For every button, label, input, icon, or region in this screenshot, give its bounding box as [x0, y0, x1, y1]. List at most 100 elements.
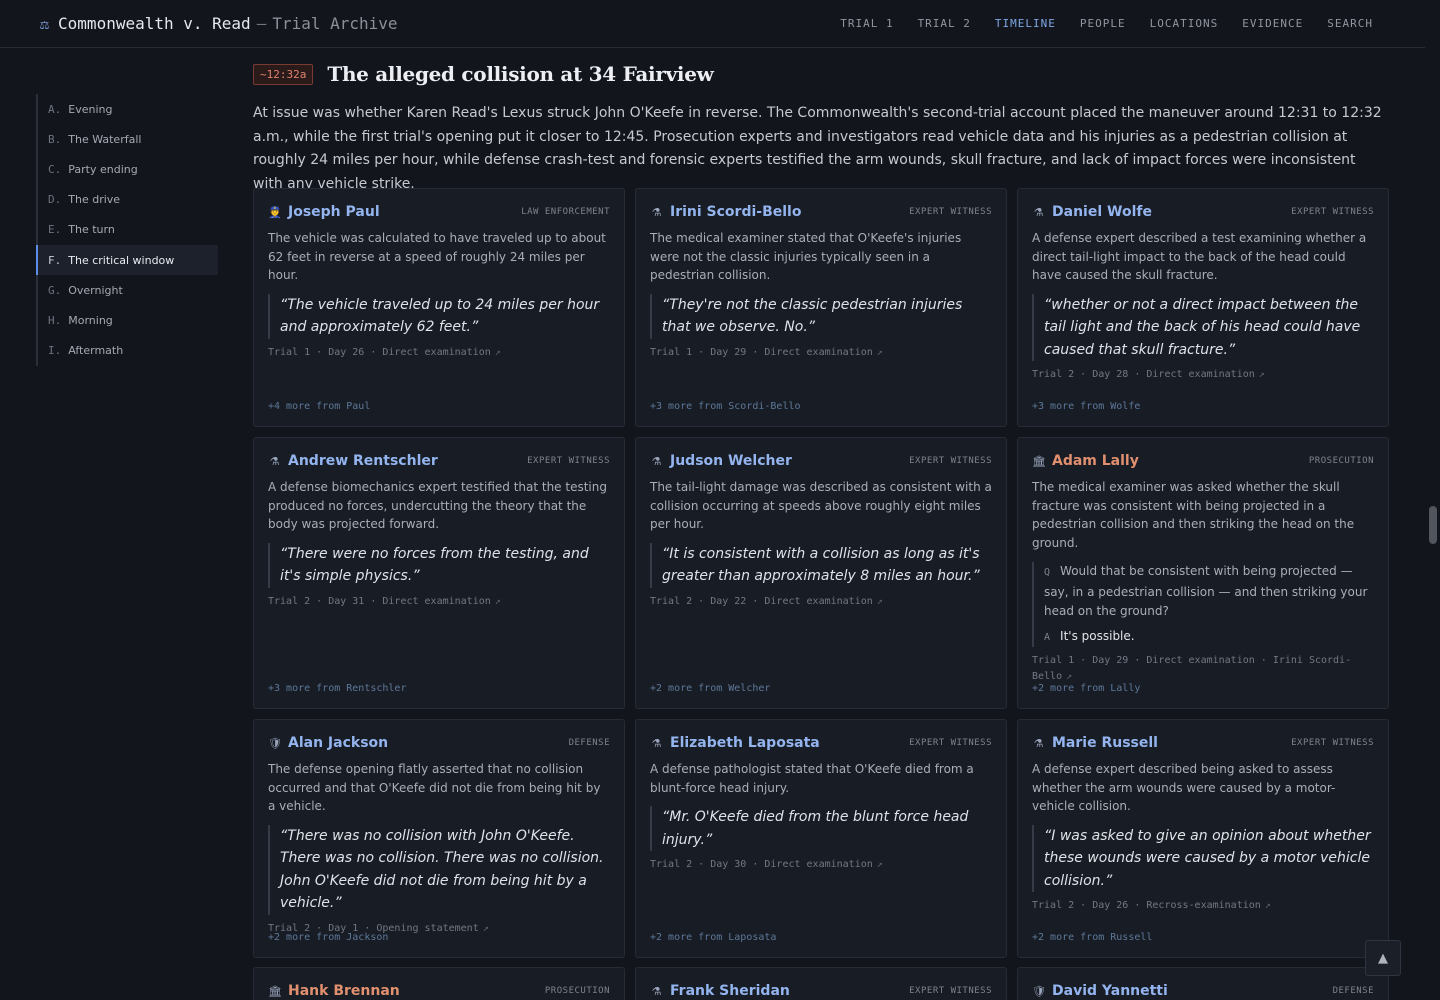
shield-icon: 🛡 — [268, 736, 282, 750]
person-name-link[interactable]: Hank Brennan — [288, 983, 400, 999]
scales-icon: ⚖ — [40, 14, 50, 33]
more-from-link[interactable]: +2 more from Jackson — [268, 932, 388, 943]
role-label: EXPERT WITNESS — [909, 986, 992, 996]
answer-text: It's possible. — [1060, 628, 1135, 643]
person-name-link[interactable]: Elizabeth Laposata — [670, 735, 820, 751]
person-name-link[interactable]: Joseph Paul — [288, 204, 380, 220]
nav-evidence[interactable]: EVIDENCE — [1242, 17, 1303, 30]
microscope-icon: ⚗ — [651, 454, 662, 468]
top-bar: ⚖ Commonwealth v. Read — Trial Archive T… — [0, 0, 1425, 48]
more-from-link[interactable]: +2 more from Lally — [1032, 683, 1140, 694]
role-label: EXPERT WITNESS — [1291, 207, 1374, 217]
sidebar-item-letter: E. — [48, 223, 62, 237]
testimony-summary: The medical examiner stated that O'Keefe… — [650, 231, 962, 282]
citation-link[interactable]: Trial 1 · Day 26 · Direct examination ↗ — [268, 345, 610, 361]
person-name-link[interactable]: David Yannetti — [1052, 983, 1168, 999]
nav-timeline[interactable]: TIMELINE — [995, 17, 1056, 30]
sidebar-item-label: The critical window — [68, 253, 175, 267]
testimony-card: 👮 Joseph Paul LAW ENFORCEMENT The vehicle… — [253, 188, 625, 427]
person-name-link[interactable]: Irini Scordi-Bello — [670, 204, 801, 220]
sidebar-item-label: The turn — [68, 223, 115, 237]
nav-trial-2[interactable]: TRIAL 2 — [918, 17, 971, 30]
nav-locations[interactable]: LOCATIONS — [1150, 17, 1219, 30]
more-from-link[interactable]: +3 more from Wolfe — [1032, 401, 1140, 412]
testimony-summary: A defense expert described a test examin… — [1032, 231, 1367, 282]
nav-people[interactable]: PEOPLE — [1080, 17, 1126, 30]
citation-link[interactable]: Trial 2 · Day 31 · Direct examination ↗ — [268, 594, 610, 610]
citation-link[interactable]: Trial 1 · Day 29 · Direct examination ↗ — [650, 345, 992, 361]
citation-link[interactable]: Trial 2 · Day 28 · Direct examination ↗ — [1032, 367, 1374, 383]
person-name-link[interactable]: Adam Lally — [1052, 453, 1139, 469]
person-name-link[interactable]: Alan Jackson — [288, 735, 388, 751]
role-label: PROSECUTION — [1308, 456, 1374, 466]
external-link-icon: ↗ — [1264, 900, 1271, 911]
microscope-icon: ⚗ — [651, 205, 662, 219]
sidebar-item-party-ending[interactable]: C. Party ending — [38, 154, 218, 184]
testimony-summary: A defense expert described being asked t… — [1032, 762, 1336, 813]
testimony-summary: The vehicle was calculated to have trave… — [268, 231, 606, 282]
time-badge: ~12:32a — [253, 63, 314, 85]
external-link-icon: ↗ — [1258, 369, 1265, 380]
sidebar-item-evening[interactable]: A. Evening — [38, 94, 218, 124]
more-from-link[interactable]: +2 more from Laposata — [650, 932, 776, 943]
testimony-quote: “They're not the classic pedestrian inju… — [650, 293, 992, 339]
section-title: The alleged collision at 34 Fairview — [327, 62, 714, 86]
sidebar-item-turn[interactable]: E. The turn — [38, 215, 218, 245]
testimony-card: ⚗ Marie Russell EXPERT WITNESS A defense … — [1017, 719, 1389, 958]
sidebar-item-label: The Waterfall — [68, 132, 142, 146]
sidebar-item-label: Aftermath — [68, 344, 124, 358]
more-from-link[interactable]: +2 more from Welcher — [650, 683, 770, 694]
sidebar-item-letter: D. — [48, 193, 62, 207]
testimony-card: ⚗ Irini Scordi-Bello EXPERT WITNESS The m… — [635, 188, 1007, 427]
more-from-link[interactable]: +2 more from Russell — [1032, 932, 1152, 943]
testimony-quote: “Mr. O'Keefe died from the blunt force h… — [650, 806, 992, 851]
testimony-card: 🛡 David Yannetti DEFENSE — [1017, 967, 1389, 1000]
external-link-icon: ↗ — [482, 922, 489, 934]
sidebar-item-letter: A. — [48, 102, 62, 116]
citation-link[interactable]: Trial 1 · Day 29 · Direct examination · … — [1032, 653, 1374, 685]
testimony-card: 🏛 Adam Lally PROSECUTION The medical exam… — [1017, 437, 1389, 709]
sidebar-item-aftermath[interactable]: I. Aftermath — [38, 336, 218, 366]
nav-search[interactable]: SEARCH — [1327, 17, 1373, 30]
testimony-card: ⚗ Elizabeth Laposata EXPERT WITNESS A def… — [635, 719, 1007, 958]
nav-trial-1[interactable]: TRIAL 1 — [840, 17, 893, 30]
title-separator: — — [256, 14, 267, 33]
sidebar-item-overnight[interactable]: G. Overnight — [38, 275, 218, 305]
officer-icon: 👮 — [268, 205, 282, 219]
person-name-link[interactable]: Frank Sheridan — [670, 983, 790, 999]
more-from-link[interactable]: +4 more from Paul — [268, 401, 370, 412]
courthouse-icon: 🏛 — [268, 984, 282, 998]
role-label: EXPERT WITNESS — [527, 456, 610, 466]
more-from-link[interactable]: +3 more from Rentschler — [268, 683, 406, 694]
question-answer-excerpt: Q Would that be consistent with being pro… — [1032, 562, 1374, 647]
citation-link[interactable]: Trial 2 · Day 26 · Recross-examination ↗ — [1032, 898, 1374, 914]
citation-link[interactable]: Trial 2 · Day 22 · Direct examination ↗ — [650, 594, 992, 610]
sidebar-item-critical-window[interactable]: F. The critical window — [36, 244, 218, 276]
person-name-link[interactable]: Andrew Rentschler — [288, 453, 438, 469]
microscope-icon: ⚗ — [651, 736, 662, 750]
microscope-icon: ⚗ — [1033, 736, 1044, 750]
scroll-to-top-button[interactable]: ▲ — [1365, 940, 1401, 976]
testimony-quote: “The vehicle traveled up to 24 miles per… — [268, 293, 610, 339]
testimony-card: ⚗ Daniel Wolfe EXPERT WITNESS A defense e… — [1017, 188, 1389, 427]
person-name-link[interactable]: Daniel Wolfe — [1052, 204, 1152, 220]
testimony-card: ⚗ Judson Welcher EXPERT WITNESS The tail-… — [635, 437, 1007, 709]
testimony-card: ⚗ Andrew Rentschler EXPERT WITNESS A defe… — [253, 437, 625, 709]
scrollbar-thumb[interactable] — [1429, 506, 1437, 544]
sidebar-item-letter: F. — [48, 253, 62, 267]
role-label: LAW ENFORCEMENT — [521, 207, 610, 217]
sidebar-item-morning[interactable]: H. Morning — [38, 305, 218, 335]
section-header: ~12:32a The alleged collision at 34 Fair… — [253, 62, 714, 86]
brand[interactable]: ⚖ Commonwealth v. Read — Trial Archive — [40, 14, 398, 33]
person-name-link[interactable]: Marie Russell — [1052, 735, 1158, 751]
sidebar-item-waterfall[interactable]: B. The Waterfall — [38, 124, 218, 154]
testimony-card: 🏛 Hank Brennan PROSECUTION — [253, 967, 625, 1000]
person-name-link[interactable]: Judson Welcher — [670, 453, 792, 469]
testimony-quote: “I was asked to give an opinion about wh… — [1032, 824, 1374, 892]
more-from-link[interactable]: +3 more from Scordi-Bello — [650, 401, 801, 412]
question-text: Would that be consistent with being proj… — [1044, 564, 1368, 618]
citation-link[interactable]: Trial 2 · Day 30 · Direct examination ↗ — [650, 857, 992, 873]
sidebar-item-drive[interactable]: D. The drive — [38, 185, 218, 215]
section-intro: At issue was whether Karen Read's Lexus … — [253, 105, 1382, 192]
role-label: EXPERT WITNESS — [909, 207, 992, 217]
